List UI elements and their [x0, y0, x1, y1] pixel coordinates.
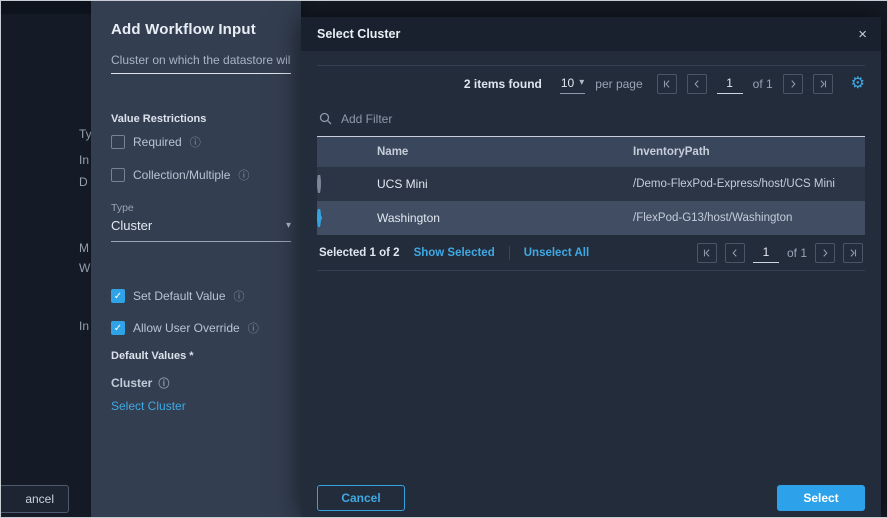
info-icon: ⓘ	[248, 320, 259, 336]
collection-checkbox[interactable]	[111, 168, 125, 182]
default-values-heading: Default Values *	[111, 350, 194, 362]
cancel-button[interactable]: Cancel	[317, 485, 405, 511]
show-selected-link[interactable]: Show Selected	[414, 247, 495, 259]
backdrop-fragment: D	[79, 175, 88, 189]
row-inventory-path: /Demo-FlexPod-Express/host/UCS Mini	[621, 178, 865, 190]
select-cluster-modal: Select Cluster × 2 items found 10 ▾ per …	[301, 17, 881, 518]
first-page-button[interactable]	[657, 74, 677, 94]
modal-body: 2 items found 10 ▾ per page 1 of 1	[301, 51, 881, 271]
value-restrictions-heading: Value Restrictions	[111, 113, 206, 125]
close-icon[interactable]: ×	[858, 27, 867, 42]
required-checkbox-row[interactable]: Required ⓘ	[111, 134, 201, 150]
table-header-row: Name InventoryPath	[317, 137, 865, 167]
info-icon: ⓘ	[158, 375, 169, 391]
required-label: Required	[133, 135, 182, 149]
table-toolbar: 2 items found 10 ▾ per page 1 of 1	[317, 65, 865, 101]
background-cancel-button: ancel	[0, 485, 69, 513]
collection-label: Collection/Multiple	[133, 168, 230, 182]
chevron-down-icon: ▾	[579, 77, 584, 88]
unselect-all-link[interactable]: Unselect All	[524, 247, 589, 259]
row-inventory-path: /FlexPod-G13/host/Washington	[621, 212, 865, 224]
modal-title: Select Cluster	[317, 27, 400, 41]
last-page-button[interactable]	[813, 74, 833, 94]
per-page-label: per page	[595, 77, 642, 91]
column-header-name: Name	[365, 146, 621, 158]
backdrop-fragment: Ty	[79, 127, 92, 141]
select-cluster-link[interactable]: Select Cluster	[111, 399, 186, 413]
type-label: Type	[111, 202, 134, 214]
description-field-wrap	[111, 49, 291, 74]
allow-override-checkbox-row[interactable]: ✓ Allow User Override ⓘ	[111, 320, 259, 336]
backdrop-fragment: In	[79, 153, 89, 167]
row-name: UCS Mini	[365, 177, 621, 191]
page-number-input[interactable]: 1	[753, 243, 779, 263]
add-workflow-input-panel: Add Workflow Input Value Restrictions Re…	[91, 1, 301, 518]
default-cluster-row: Cluster ⓘ	[111, 375, 169, 391]
modal-header: Select Cluster ×	[301, 17, 881, 51]
table-row-selected[interactable]: Washington /FlexPod-G13/host/Washington	[317, 201, 865, 235]
table-footer: Selected 1 of 2 Show Selected Unselect A…	[317, 235, 865, 271]
app-screen: Ty In D M W In ancel Add Workflow Input …	[0, 0, 888, 518]
allow-override-checkbox[interactable]: ✓	[111, 321, 125, 335]
default-cluster-label: Cluster	[111, 376, 152, 390]
select-button[interactable]: Select	[777, 485, 865, 511]
type-dropdown[interactable]: Cluster ▾	[111, 218, 291, 242]
backdrop-fragment: M	[79, 241, 89, 255]
set-default-label: Set Default Value	[133, 289, 226, 303]
type-value: Cluster	[111, 218, 152, 233]
page-number-input[interactable]: 1	[717, 74, 743, 94]
items-found-count: 2 items found	[464, 77, 542, 91]
collection-checkbox-row[interactable]: Collection/Multiple ⓘ	[111, 167, 249, 183]
column-header-inventorypath: InventoryPath	[621, 146, 865, 158]
backdrop-fragment: In	[79, 319, 89, 333]
required-checkbox[interactable]	[111, 135, 125, 149]
next-page-button[interactable]	[815, 243, 835, 263]
selected-label: Selected	[319, 247, 366, 259]
search-icon	[319, 112, 332, 125]
gear-icon[interactable]: ⚙	[851, 76, 865, 92]
per-page-select[interactable]: 10 ▾	[560, 74, 585, 94]
per-page-value: 10	[561, 76, 574, 90]
selected-count: 1 of 2	[370, 247, 400, 259]
allow-override-label: Allow User Override	[133, 321, 240, 335]
next-page-button[interactable]	[783, 74, 803, 94]
panel-title: Add Workflow Input	[111, 21, 256, 38]
set-default-checkbox[interactable]: ✓	[111, 289, 125, 303]
add-filter-input[interactable]	[341, 112, 863, 126]
row-radio-selected[interactable]	[317, 209, 321, 227]
chevron-down-icon: ▾	[286, 220, 291, 231]
set-default-checkbox-row[interactable]: ✓ Set Default Value ⓘ	[111, 288, 245, 304]
info-icon: ⓘ	[234, 288, 245, 304]
backdrop-fragment: W	[79, 261, 90, 275]
table-row[interactable]: UCS Mini /Demo-FlexPod-Express/host/UCS …	[317, 167, 865, 201]
row-name: Washington	[365, 211, 621, 225]
info-icon: ⓘ	[238, 167, 249, 183]
row-radio-unselected[interactable]	[317, 175, 321, 193]
filter-bar	[317, 101, 865, 137]
page-total-label: of 1	[787, 246, 807, 260]
page-total-label: of 1	[753, 77, 773, 91]
selected-summary: Selected 1 of 2	[319, 247, 400, 259]
prev-page-button[interactable]	[725, 243, 745, 263]
footer-divider	[509, 246, 510, 260]
footer-pagination: 1 of 1	[697, 243, 863, 263]
first-page-button[interactable]	[697, 243, 717, 263]
prev-page-button[interactable]	[687, 74, 707, 94]
last-page-button[interactable]	[843, 243, 863, 263]
backdrop-top-strip	[1, 1, 93, 14]
info-icon: ⓘ	[190, 134, 201, 150]
description-input[interactable]	[111, 49, 291, 74]
